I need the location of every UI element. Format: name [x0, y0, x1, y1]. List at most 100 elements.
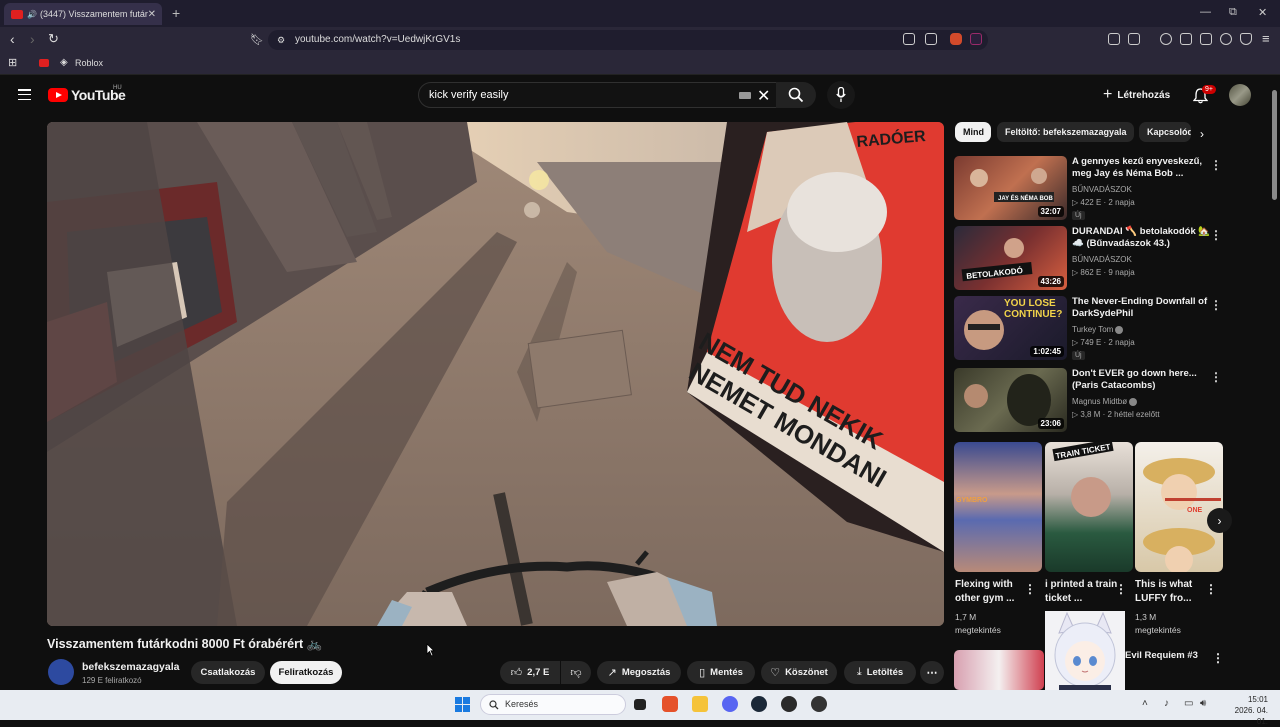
speaker-icon[interactable]: 🔊	[27, 10, 37, 19]
app-icon[interactable]	[811, 696, 827, 712]
apps-grid-icon[interactable]: ⊞	[8, 56, 17, 69]
channel-name[interactable]: befekszemazagyala	[82, 661, 179, 673]
thanks-button[interactable]: ♡ Köszönet	[761, 661, 837, 684]
site-settings-icon[interactable]: ⚙︎	[277, 35, 285, 46]
chip-from-uploader[interactable]: Feltöltő: befekszemazagyala	[997, 122, 1134, 142]
video-thumbnail[interactable]	[954, 650, 1044, 690]
shorts-next-button[interactable]: ›	[1207, 508, 1232, 533]
dislike-button[interactable]: 👎︎	[561, 661, 591, 684]
chip-related[interactable]: Kapcsolódó	[1139, 122, 1191, 142]
minimize-button[interactable]: —	[1200, 6, 1211, 18]
tray-expand-icon[interactable]: ˄	[1142, 698, 1148, 709]
close-tab-icon[interactable]: ✕	[148, 9, 156, 20]
search-query[interactable]: kick verify easily	[429, 89, 508, 101]
subscribe-button[interactable]: Feliratkozás	[270, 661, 342, 684]
create-button[interactable]: + Létrehozás	[1103, 86, 1170, 104]
video-thumbnail[interactable]: JAY ÉS NÉMA BOB 32:07	[954, 156, 1067, 220]
more-options-icon[interactable]: ⋮	[1205, 582, 1217, 596]
menu-hamburger-icon[interactable]	[18, 89, 31, 101]
screenshot-icon[interactable]	[1128, 33, 1140, 45]
vpn-icon[interactable]	[1240, 33, 1252, 45]
extensions-icon[interactable]	[1108, 33, 1120, 45]
brave-rewards-icon[interactable]	[970, 33, 982, 45]
recommendation-item[interactable]: BETOLAKODÓ 43:26 DURANDAI 🪓 betolakodók …	[954, 226, 1254, 292]
back-icon[interactable]: ‹	[10, 31, 15, 47]
more-options-icon[interactable]: ⋮	[1210, 370, 1222, 384]
volume-icon[interactable]: 🔊︎	[1200, 698, 1206, 709]
forward-icon[interactable]: ›	[30, 31, 35, 47]
obs-icon[interactable]	[781, 696, 797, 712]
like-button[interactable]: 👍︎ 2,7 E	[500, 661, 560, 684]
short-title[interactable]: i printed a train ticket ...	[1045, 578, 1123, 606]
recommendation-item[interactable]: YOU LOSE CONTINUE? 1:02:45 The Never-End…	[954, 296, 1254, 362]
short-thumbnail[interactable]: GYMBRO	[954, 442, 1042, 572]
recommendation-item[interactable]: 23:06 Don't EVER go down here... (Paris …	[954, 368, 1254, 434]
share-page-icon[interactable]	[925, 33, 937, 45]
more-options-icon[interactable]: ⋮	[1115, 582, 1127, 596]
short-thumbnail[interactable]: ONE	[1135, 442, 1223, 572]
rec-title[interactable]: Evil Requiem #3	[1125, 650, 1198, 661]
task-view-icon[interactable]	[634, 699, 646, 710]
short-title[interactable]: Flexing with other gym ...	[955, 578, 1033, 606]
keyboard-icon[interactable]	[739, 92, 751, 99]
join-button[interactable]: Csatlakozás	[191, 661, 265, 684]
roblox-icon[interactable]: ◈	[60, 57, 68, 68]
microphone-tray-icon[interactable]: ♪	[1164, 698, 1169, 709]
rec-title[interactable]: A gennyes kezű enyveskezű, meg Jay és Né…	[1072, 156, 1212, 180]
network-icon[interactable]: ▭	[1184, 698, 1193, 709]
media-icon[interactable]	[1160, 33, 1172, 45]
window-close-button[interactable]: ✕	[1258, 6, 1267, 19]
recommendation-item[interactable]: JAY ÉS NÉMA BOB 32:07 A gennyes kezű eny…	[954, 156, 1254, 222]
browser-tab[interactable]: 🔊 (3447) Visszamentem futárkodni ✕	[4, 3, 162, 25]
short-thumbnail[interactable]: TRAIN TICKET	[1045, 442, 1133, 572]
ai-assistant-icon[interactable]	[1220, 33, 1232, 45]
user-avatar[interactable]	[1229, 84, 1251, 106]
rec-channel[interactable]: BŰNVADÁSZOK	[1072, 185, 1132, 194]
brave-shield-icon[interactable]	[950, 33, 962, 45]
more-actions-button[interactable]: ⋯	[920, 661, 944, 684]
clear-search-icon[interactable]: ✕	[757, 86, 770, 106]
more-options-icon[interactable]: ⋮	[1210, 158, 1222, 172]
rec-channel[interactable]: Magnus Midtbø	[1072, 397, 1138, 406]
sidebar-icon[interactable]	[1180, 33, 1192, 45]
chevron-right-icon[interactable]: ›	[1200, 127, 1204, 141]
wallet-icon[interactable]	[1200, 33, 1212, 45]
file-explorer-icon[interactable]	[692, 696, 708, 712]
more-options-icon[interactable]: ⋮	[1210, 298, 1222, 312]
more-options-icon[interactable]: ⋮	[1210, 228, 1222, 242]
more-options-icon[interactable]: ⋮	[1024, 582, 1036, 596]
new-tab-button[interactable]: +	[172, 5, 180, 21]
search-button[interactable]	[776, 82, 816, 108]
roblox-bookmark[interactable]: Roblox	[75, 58, 103, 68]
cast-icon[interactable]	[903, 33, 915, 45]
menu-icon[interactable]: ≡	[1262, 31, 1270, 46]
video-thumbnail[interactable]: BETOLAKODÓ 43:26	[954, 226, 1067, 290]
rec-title[interactable]: DURANDAI 🪓 betolakodók 🏡☁️ (Bűnvadászok …	[1072, 226, 1212, 250]
share-button[interactable]: ↗ Megosztás	[597, 661, 681, 684]
save-button[interactable]: ▯ Mentés	[687, 661, 755, 684]
rec-title[interactable]: Don't EVER go down here... (Paris Cataco…	[1072, 368, 1212, 392]
chip-all[interactable]: Mind	[955, 122, 991, 142]
windows-start-icon[interactable]	[455, 697, 470, 712]
video-player[interactable]: NEM TUD NEKIK NEMET MONDANI RADÓER	[47, 122, 944, 626]
more-options-icon[interactable]: ⋮	[1212, 651, 1224, 665]
steam-icon[interactable]	[751, 696, 767, 712]
download-button[interactable]: ⤓ Letöltés	[844, 661, 916, 684]
taskbar-search[interactable]: Keresés	[480, 694, 626, 715]
rec-title[interactable]: The Never-Ending Downfall of DarkSydePhi…	[1072, 296, 1212, 320]
rec-channel[interactable]: Turkey Tom	[1072, 325, 1124, 334]
page-scrollbar[interactable]	[1272, 90, 1277, 200]
short-title[interactable]: This is what LUFFY fro...	[1135, 578, 1213, 606]
system-clock[interactable]: 15:01 2026. 04. 01.	[1222, 694, 1268, 727]
voice-search-button[interactable]	[827, 81, 855, 109]
youtube-logo-icon[interactable]	[48, 88, 68, 102]
bookmark-icon[interactable]: 🔖︎	[250, 33, 264, 46]
channel-avatar[interactable]	[48, 659, 74, 685]
reload-icon[interactable]: ↻	[48, 31, 59, 47]
brave-browser-icon[interactable]	[662, 696, 678, 712]
discord-icon[interactable]	[722, 696, 738, 712]
video-thumbnail[interactable]: 23:06	[954, 368, 1067, 432]
video-thumbnail[interactable]: YOU LOSE CONTINUE? 1:02:45	[954, 296, 1067, 360]
youtube-bookmark-icon[interactable]	[39, 59, 49, 67]
rec-channel[interactable]: BŰNVADÁSZOK	[1072, 255, 1132, 264]
